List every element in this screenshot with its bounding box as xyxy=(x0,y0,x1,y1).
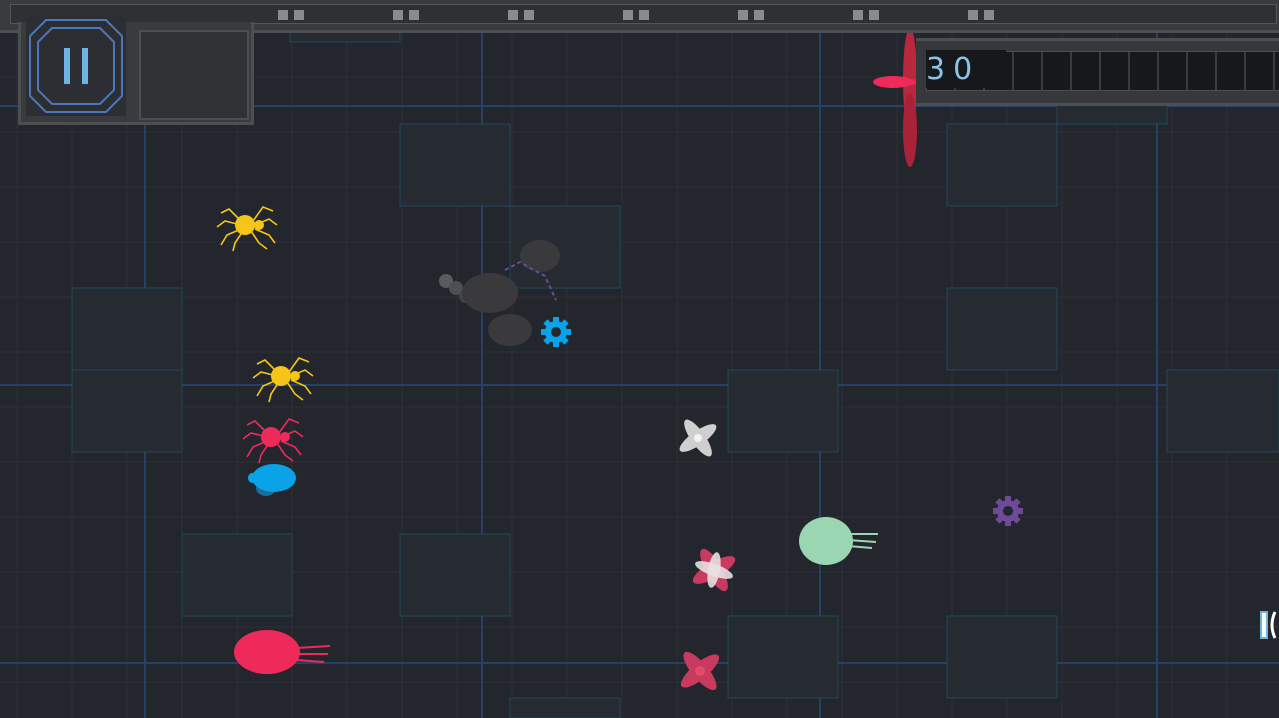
moth-icon xyxy=(692,548,736,592)
pause-button[interactable] xyxy=(26,16,126,116)
moth-icon xyxy=(679,419,717,457)
rail-notch xyxy=(853,10,881,20)
floor-tile xyxy=(946,123,1058,207)
gear-icon[interactable] xyxy=(993,496,1023,526)
score-counter: 30 xyxy=(926,50,1006,88)
rail-notch xyxy=(508,10,536,20)
spider-icon xyxy=(216,206,278,252)
floor-tile xyxy=(946,615,1058,699)
floor-tile xyxy=(946,287,1058,371)
rail-notch xyxy=(278,10,306,20)
floor-tile xyxy=(71,369,183,453)
floor-tile xyxy=(727,369,839,453)
floor-tile xyxy=(509,697,621,718)
mite-icon xyxy=(234,630,331,674)
pause-icon xyxy=(26,16,126,116)
spider-icon xyxy=(242,418,304,464)
floor-tile xyxy=(71,287,183,371)
rail-notch xyxy=(393,10,421,20)
offscreen-indicator-icon xyxy=(1260,611,1277,639)
floor-tile xyxy=(399,533,511,617)
rail-notch xyxy=(738,10,766,20)
spider-icon xyxy=(252,357,314,403)
floor-tile xyxy=(399,123,511,207)
floor-tile xyxy=(181,533,293,617)
beetle-icon xyxy=(248,464,296,496)
rail-notch xyxy=(623,10,651,20)
floor-tile xyxy=(1166,369,1279,453)
item-slot[interactable] xyxy=(139,30,249,120)
mite-icon xyxy=(799,517,878,565)
rail-notch xyxy=(968,10,996,20)
moth-icon xyxy=(680,651,720,691)
score-panel: 30 xyxy=(916,38,1279,106)
dragonfly-icon xyxy=(873,28,917,167)
floor-tile xyxy=(727,615,839,699)
gear-icon[interactable] xyxy=(541,317,571,347)
